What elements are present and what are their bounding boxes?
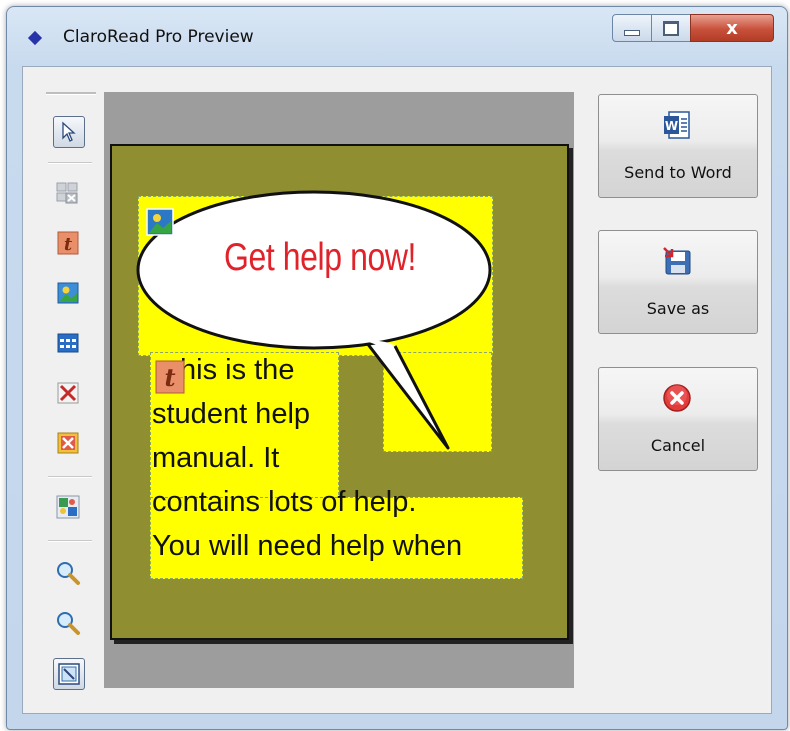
cancel-icon — [661, 382, 693, 414]
send-to-word-button[interactable]: W Send to Word — [598, 94, 758, 198]
svg-text:t: t — [164, 363, 175, 392]
body-line: contains lots of help. — [152, 486, 417, 518]
save-disk-icon — [661, 245, 693, 277]
save-as-button[interactable]: Save as — [598, 230, 758, 334]
speech-bubble-text: Get help now! — [223, 236, 417, 279]
body-line: You will need help when — [152, 530, 463, 562]
body-line: his is the — [180, 354, 295, 386]
word-document-icon: W — [661, 109, 693, 141]
send-to-word-label: Send to Word — [624, 163, 732, 182]
body-line: student help — [152, 398, 311, 430]
preview-body-text: his is the student help manual. It contains… — [152, 348, 462, 568]
text-frame-marker-icon: t — [155, 360, 185, 394]
cancel-label: Cancel — [650, 436, 706, 455]
save-as-label: Save as — [646, 299, 710, 318]
body-line: manual. It — [152, 442, 280, 474]
svg-text:W: W — [665, 119, 678, 133]
cancel-button[interactable]: Cancel — [598, 367, 758, 471]
image-frame-marker-icon — [146, 208, 174, 236]
